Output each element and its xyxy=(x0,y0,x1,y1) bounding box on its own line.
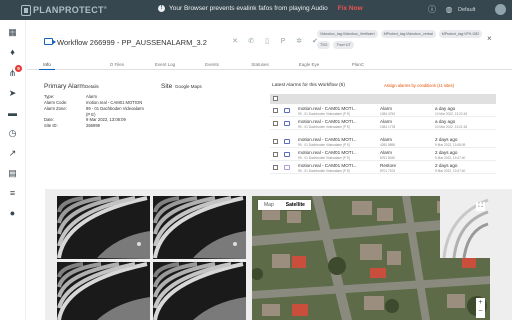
row-checkbox[interactable] xyxy=(273,139,278,144)
fix-now-link[interactable]: Fix Now xyxy=(338,5,363,12)
workflow-tabs: Info D Files Event Log Events Statuses E… xyxy=(27,60,512,70)
tab-planc[interactable]: PlanC xyxy=(350,60,366,70)
camera-snapshot[interactable] xyxy=(153,262,246,320)
table-row[interactable]: motion.real - CAM01 MOTI... 99 - 01 Dach… xyxy=(270,149,496,161)
workflow-header: Workflow 266999 - PP_AUSSENALARM_3.2 ✕ ✆… xyxy=(27,28,512,58)
camera-snapshot[interactable] xyxy=(57,196,150,259)
tab-statuses[interactable]: Statuses xyxy=(249,60,271,70)
camera-icon xyxy=(284,121,290,126)
latest-alarms-title: Latest Alarms for this Workflow (6) xyxy=(272,83,345,88)
person-icon[interactable]: ● xyxy=(7,208,18,219)
tab-eagle-eye[interactable]: Eagle Eye xyxy=(297,60,321,70)
select-all-checkbox[interactable] xyxy=(273,96,278,101)
banner-text: Your Browser prevents evalink fafos from… xyxy=(169,5,328,12)
map-type-toggle: Map Satellite xyxy=(258,200,311,210)
list-icon[interactable]: ≡ xyxy=(7,188,18,199)
tag-chip[interactable]: MProtect_tag:Videobox_verbal xyxy=(380,30,436,38)
tab-event-log[interactable]: Event Log xyxy=(153,60,177,70)
assign-alarms-link[interactable]: Assign alarms by conditions (11 sites) xyxy=(384,83,454,88)
user-avatar[interactable] xyxy=(495,4,506,15)
tab-events[interactable]: Events xyxy=(203,60,221,70)
logo-text: PLANPROTECT® xyxy=(33,5,108,15)
row-checkbox[interactable] xyxy=(273,108,278,113)
alarm-detail-row: Alarm Zone: 99 - 01 Dachboden Videoalarm … xyxy=(44,106,144,117)
site-title: Site xyxy=(161,83,173,90)
camera-snapshot[interactable] xyxy=(153,196,246,259)
settings-icon[interactable]: ✲ xyxy=(295,38,303,46)
latest-alarms-header xyxy=(270,94,496,104)
tag-chip[interactable]: MProtect_tag:VFH-G82 xyxy=(438,30,483,38)
mute-icon[interactable]: ✕ xyxy=(231,38,239,46)
zoom-in-button[interactable]: + xyxy=(476,298,485,307)
tag-chip[interactable]: Videobox_tag:Videobox_Verifiziert xyxy=(317,30,378,38)
sidebar: ▦ ♦ 9 ⋔ ➤ ▬ ◷ ↗ ▤ ≡ ● xyxy=(0,20,26,320)
workflow-title: Workflow 266999 - PP_AUSSENALARM_3.2 xyxy=(57,38,207,47)
top-bar: PLANPROTECT® ! Your Browser prevents eva… xyxy=(0,0,512,20)
table-row[interactable]: motion.real - CAM01 MOTI... 99 - 01 Dach… xyxy=(270,118,496,130)
zoom-out-button[interactable]: − xyxy=(476,307,485,316)
alarm-detail-row: Site ID: 266999 xyxy=(44,123,100,128)
map-tab-map[interactable]: Map xyxy=(258,200,280,210)
camera-snapshot[interactable] xyxy=(57,262,150,320)
folder-icon[interactable]: ▬ xyxy=(7,108,18,119)
camera-icon xyxy=(44,38,56,45)
camera-icon xyxy=(284,152,290,157)
alarm-bell-icon[interactable]: ♦ xyxy=(7,47,18,58)
close-icon[interactable]: × xyxy=(487,34,492,43)
table-row[interactable]: motion.real - CAM01 MOTI... 99 - 01 Dach… xyxy=(270,105,496,117)
row-checkbox[interactable] xyxy=(273,152,278,157)
hierarchy-icon[interactable]: ⋔ xyxy=(7,68,18,79)
camera-icon xyxy=(284,165,290,170)
primary-alarm-title: Primary Alarm xyxy=(44,83,85,90)
audio-warning-banner: ! Your Browser prevents evalink fafos fr… xyxy=(158,5,363,12)
dashboard-icon[interactable]: ▦ xyxy=(7,27,18,38)
logo[interactable]: PLANPROTECT® xyxy=(21,4,107,16)
row-checkbox[interactable] xyxy=(273,121,278,126)
alarm-detail-row: Date: 9 Mar 2022, 13:08:09 xyxy=(44,117,126,122)
info-circle-icon[interactable]: ⓘ xyxy=(427,5,437,15)
alarm-detail-row: Alarm Code: motion.real - CAM01 MOTION xyxy=(44,100,143,105)
tag-chip[interactable]: Thor+UT xyxy=(333,41,354,49)
camera-icon xyxy=(284,139,290,144)
table-row[interactable]: motion.real - CAM01 MOTI... 99 - 01 Dach… xyxy=(270,162,496,174)
workflow-tags: Videobox_tag:Videobox_Verifiziert MProte… xyxy=(317,30,487,49)
details-link[interactable]: Details xyxy=(85,84,99,89)
map-tab-satellite[interactable]: Satellite xyxy=(280,200,311,210)
tab-info[interactable]: Info xyxy=(39,60,55,70)
history-icon[interactable]: ◷ xyxy=(7,128,18,139)
send-icon[interactable]: ➤ xyxy=(7,88,18,99)
table-row[interactable]: motion.real - CAM01 MOTI... 99 - 01 Dach… xyxy=(270,136,496,148)
tag-chip[interactable]: TSO xyxy=(317,41,331,49)
tab-files[interactable]: D Files xyxy=(107,60,127,70)
reports-icon[interactable]: ▤ xyxy=(7,168,18,179)
parking-icon[interactable]: P xyxy=(279,38,287,46)
google-maps-link[interactable]: Google Maps xyxy=(175,84,202,89)
row-checkbox[interactable] xyxy=(273,165,278,170)
info-icon: ! xyxy=(158,5,165,12)
zoom-control: + − xyxy=(476,298,485,318)
fullscreen-icon[interactable]: ⛶ xyxy=(476,202,485,211)
camera-icon xyxy=(284,108,290,113)
document-icon[interactable]: ▯ xyxy=(263,38,271,46)
alarm-detail-row: Type: Alarm xyxy=(44,94,97,99)
chart-icon[interactable]: ↗ xyxy=(7,148,18,159)
logo-mark-icon xyxy=(21,4,31,16)
default-profile-label[interactable]: Default xyxy=(458,7,475,13)
globe-icon[interactable]: ◍ xyxy=(444,5,454,15)
workflow-actions: ✕ ✆ ▯ P ✲ ✔ xyxy=(231,38,319,46)
phone-icon[interactable]: ✆ xyxy=(247,38,255,46)
